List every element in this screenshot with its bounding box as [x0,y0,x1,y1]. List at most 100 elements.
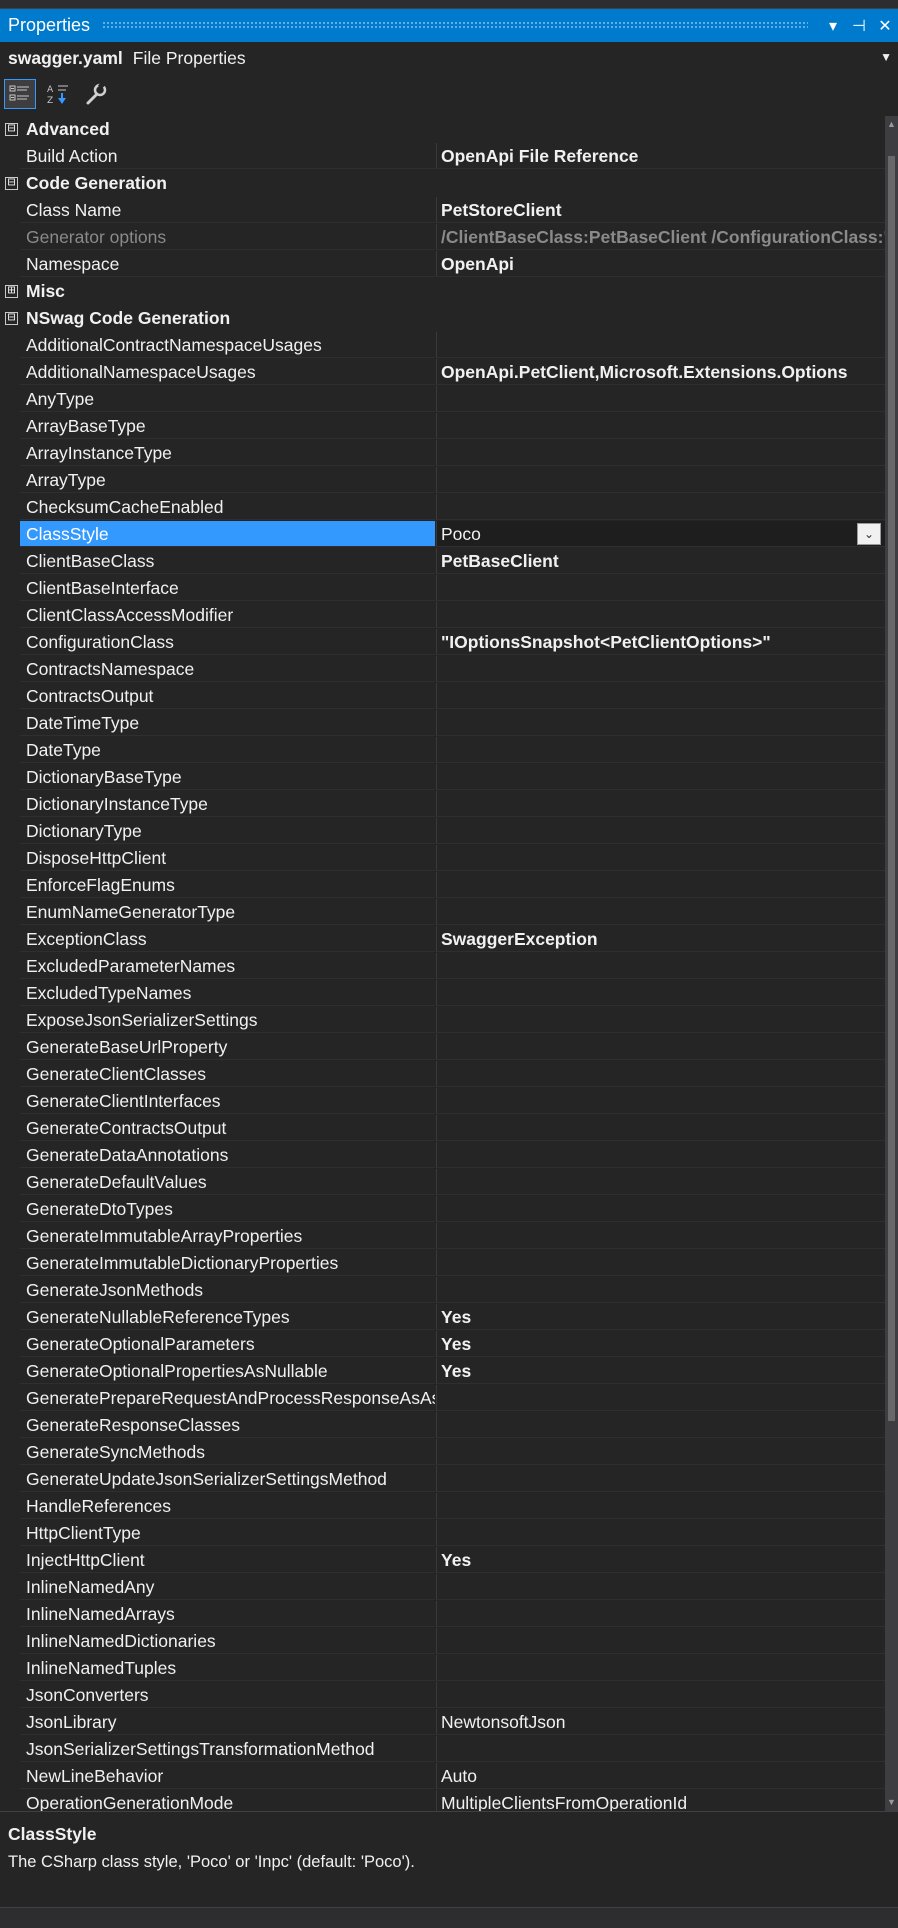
property-value[interactable] [436,980,885,1006]
property-row[interactable]: ExcludedParameterNames [0,953,885,980]
property-row[interactable]: GenerateDefaultValues [0,1169,885,1196]
property-name[interactable]: ChecksumCacheEnabled [20,494,435,520]
property-row[interactable]: GenerateNullableReferenceTypes Yes [0,1304,885,1331]
property-value[interactable] [436,1142,885,1168]
property-name[interactable]: Build Action [20,143,435,169]
property-row[interactable]: AdditionalContractNamespaceUsages [0,332,885,359]
property-row[interactable]: InjectHttpClient Yes [0,1547,885,1574]
property-name[interactable]: ArrayBaseType [20,413,435,439]
property-value[interactable] [436,791,885,817]
category-row[interactable]: ⊟ Advanced [0,116,885,143]
property-row[interactable]: InlineNamedAny [0,1574,885,1601]
property-row[interactable]: GenerateSyncMethods [0,1439,885,1466]
property-row[interactable]: Class Name PetStoreClient [0,197,885,224]
property-name[interactable]: GenerateNullableReferenceTypes [20,1304,435,1330]
property-name[interactable]: Generator options [20,224,435,250]
property-row[interactable]: ArrayBaseType [0,413,885,440]
expand-icon[interactable]: ⊞ [5,284,18,298]
property-row[interactable]: AdditionalNamespaceUsages OpenApi.PetClie… [0,359,885,386]
pin-icon[interactable]: ⊣ [846,16,872,36]
property-value[interactable] [436,1412,885,1438]
property-name[interactable]: GenerateSyncMethods [20,1439,435,1465]
property-value[interactable]: "IOptionsSnapshot<PetClientOptions>" [436,629,885,655]
property-row[interactable]: EnumNameGeneratorType [0,899,885,926]
property-value[interactable] [436,1466,885,1492]
property-row[interactable]: GenerateDataAnnotations [0,1142,885,1169]
property-value[interactable] [436,737,885,763]
property-value[interactable] [436,656,885,682]
property-row[interactable]: JsonSerializerSettingsTransformationMeth… [0,1736,885,1763]
property-name[interactable]: ExcludedTypeNames [20,980,435,1006]
property-name[interactable]: ClientBaseClass [20,548,435,574]
property-name[interactable]: GeneratePrepareRequestAndProcessResponse… [20,1385,435,1411]
property-value[interactable] [436,764,885,790]
property-name[interactable]: AdditionalNamespaceUsages [20,359,435,385]
property-value[interactable]: SwaggerException [436,926,885,952]
property-name[interactable]: ClientBaseInterface [20,575,435,601]
property-row[interactable]: ContractsOutput [0,683,885,710]
property-row[interactable]: ExposeJsonSerializerSettings [0,1007,885,1034]
property-name[interactable]: NewLineBehavior [20,1763,435,1789]
property-value[interactable] [436,1736,885,1762]
property-row[interactable]: ExceptionClass SwaggerException [0,926,885,953]
collapse-icon[interactable]: ⊟ [5,122,18,136]
property-value[interactable] [436,1574,885,1600]
scrollbar-thumb[interactable] [888,156,895,1421]
property-row[interactable]: EnforceFlagEnums [0,872,885,899]
property-name[interactable]: HandleReferences [20,1493,435,1519]
property-value[interactable] [436,683,885,709]
property-row[interactable]: ClientBaseInterface [0,575,885,602]
property-row[interactable]: GenerateResponseClasses [0,1412,885,1439]
property-name[interactable]: InlineNamedDictionaries [20,1628,435,1654]
property-name[interactable]: ExceptionClass [20,926,435,952]
collapse-icon[interactable]: ⊟ [5,311,18,325]
value-dropdown-button[interactable]: ⌄ [857,523,881,545]
property-name[interactable]: DateType [20,737,435,763]
property-name[interactable]: GenerateImmutableArrayProperties [20,1223,435,1249]
property-row[interactable]: InlineNamedArrays [0,1601,885,1628]
property-name[interactable]: GenerateClientInterfaces [20,1088,435,1114]
property-value[interactable]: MultipleClientsFromOperationId [436,1790,885,1811]
property-row[interactable]: GeneratePrepareRequestAndProcessResponse… [0,1385,885,1412]
property-value[interactable] [436,1628,885,1654]
property-row[interactable]: ContractsNamespace [0,656,885,683]
property-name[interactable]: ConfigurationClass [20,629,435,655]
property-value[interactable] [436,1223,885,1249]
property-row[interactable]: HandleReferences [0,1493,885,1520]
property-row[interactable]: Build Action OpenApi File Reference [0,143,885,170]
property-name[interactable]: ClientClassAccessModifier [20,602,435,628]
property-name[interactable]: ClassStyle [20,521,435,547]
property-name[interactable]: Namespace [20,251,435,277]
property-value[interactable] [436,845,885,871]
category-row[interactable]: ⊞ Misc [0,278,885,305]
property-value[interactable]: Yes [436,1547,885,1573]
property-row[interactable]: GenerateClientInterfaces [0,1088,885,1115]
category-row[interactable]: ⊟ NSwag Code Generation [0,305,885,332]
property-value[interactable] [436,1601,885,1627]
property-name[interactable]: DictionaryInstanceType [20,791,435,817]
property-value[interactable] [436,1439,885,1465]
property-row[interactable]: InlineNamedTuples [0,1655,885,1682]
property-value[interactable]: Yes [436,1304,885,1330]
property-row[interactable]: GenerateDtoTypes [0,1196,885,1223]
property-name[interactable]: AnyType [20,386,435,412]
property-value[interactable] [436,1088,885,1114]
drag-grip[interactable] [102,21,808,30]
property-name[interactable]: ArrayInstanceType [20,440,435,466]
property-value[interactable]: Yes [436,1358,885,1384]
property-value[interactable] [436,1493,885,1519]
property-row[interactable]: GenerateJsonMethods [0,1277,885,1304]
property-name[interactable]: EnumNameGeneratorType [20,899,435,925]
property-row[interactable]: Generator options /ClientBaseClass:PetBa… [0,224,885,251]
category-row[interactable]: ⊟ Code Generation [0,170,885,197]
property-value[interactable]: Auto [436,1763,885,1789]
property-value[interactable] [436,1277,885,1303]
property-row[interactable]: InlineNamedDictionaries [0,1628,885,1655]
property-row[interactable]: HttpClientType [0,1520,885,1547]
property-value[interactable] [436,710,885,736]
property-row[interactable]: DictionaryBaseType [0,764,885,791]
property-row[interactable]: GenerateImmutableArrayProperties [0,1223,885,1250]
property-value[interactable] [436,575,885,601]
property-name[interactable]: GenerateDataAnnotations [20,1142,435,1168]
property-value[interactable] [436,953,885,979]
